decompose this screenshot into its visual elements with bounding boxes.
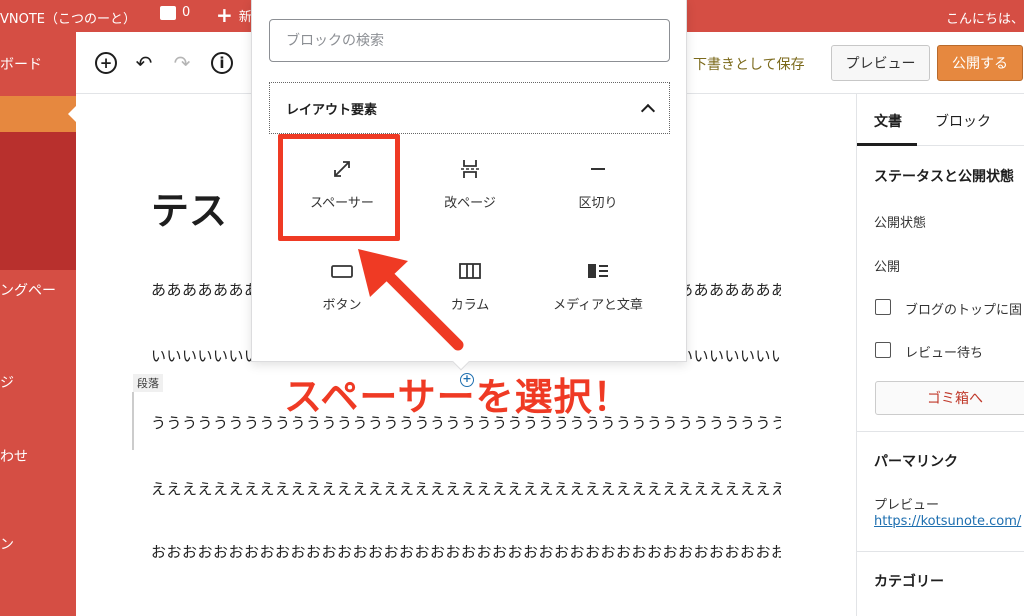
menu-item-contact[interactable]: わせ	[0, 446, 28, 466]
info-icon: i	[211, 52, 233, 74]
permalink-url-link[interactable]: https://kotsunote.com/	[874, 514, 1021, 529]
paragraph-block[interactable]: おおおおおおおおおおおおおおおおおおおおおおおおおおおおおおおおおおおおおおおお…	[151, 541, 781, 562]
annotation-arrow-icon	[358, 249, 464, 351]
save-draft-button[interactable]: 下書きとして保存	[693, 54, 805, 74]
separator-icon	[587, 156, 609, 182]
move-to-trash-button[interactable]: ゴミ箱へ	[875, 381, 1024, 415]
add-icon: +	[95, 52, 117, 74]
comment-count: 0	[182, 5, 191, 20]
menu-item-design[interactable]: ン	[0, 534, 14, 554]
block-separator[interactable]: 区切り	[540, 136, 656, 232]
add-block-button[interactable]: +	[92, 49, 120, 77]
menu-item-landing-page[interactable]: ングペー	[0, 280, 56, 300]
site-name-link[interactable]: VNOTE（こつのーと）	[0, 8, 136, 27]
category-heading[interactable]: カテゴリー	[874, 571, 944, 591]
info-button[interactable]: i	[208, 49, 236, 77]
menu-item-posts-active[interactable]	[0, 96, 76, 132]
divider	[857, 431, 1024, 432]
redo-icon: ↷	[173, 51, 191, 75]
pending-review-label: レビュー待ち	[905, 346, 984, 361]
tab-document[interactable]: 文書	[874, 111, 902, 131]
settings-sidebar: 文書 ブロック ステータスと公開状態 公開状態 公開 ブログのトップに固 レビュ…	[856, 94, 1024, 616]
publish-label: 公開	[874, 260, 901, 275]
permalink-preview-label: プレビュー	[874, 498, 940, 513]
media-text-icon	[586, 258, 610, 284]
permalink-heading[interactable]: パーマリンク	[874, 451, 958, 471]
block-outline	[132, 392, 134, 450]
comment-icon	[160, 5, 176, 20]
block-media-text[interactable]: メディアと文章	[540, 238, 656, 334]
new-content-link[interactable]: + 新	[216, 5, 252, 25]
chevron-up-icon	[640, 103, 656, 118]
post-title[interactable]: テス	[151, 180, 227, 235]
preview-button[interactable]: プレビュー	[831, 45, 930, 81]
sticky-checkbox[interactable]	[875, 299, 891, 315]
block-label: 区切り	[578, 196, 618, 211]
sticky-label: ブログのトップに固	[905, 303, 1023, 318]
divider	[857, 551, 1024, 552]
block-page-break[interactable]: 改ページ	[412, 136, 528, 232]
block-label: 改ページ	[444, 196, 496, 211]
visibility-label: 公開状態	[874, 216, 927, 231]
pending-review-checkbox[interactable]	[875, 342, 891, 358]
settings-tabs: 文書 ブロック	[857, 94, 1024, 146]
posts-submenu	[0, 132, 76, 270]
menu-item-dashboard[interactable]: ボード	[0, 54, 42, 74]
menu-item-page[interactable]: ジ	[0, 372, 14, 392]
paragraph-block[interactable]: ええええええええええええええええええええええええええええええええええええええええ…	[151, 478, 781, 499]
active-tab-indicator	[857, 143, 917, 146]
block-label: メディアと文章	[553, 298, 643, 313]
panel-title: レイアウト要素	[286, 102, 378, 118]
publish-button[interactable]: 公開する	[937, 45, 1023, 81]
spacer-highlight-box	[278, 134, 400, 241]
undo-icon: ↶	[135, 51, 153, 75]
new-content-label: 新	[238, 9, 252, 25]
redo-button[interactable]: ↷	[168, 49, 196, 77]
annotation-text: スペーサーを選択！	[284, 375, 632, 419]
layout-elements-panel-toggle[interactable]: レイアウト要素	[269, 82, 670, 134]
status-visibility-heading[interactable]: ステータスと公開状態	[874, 166, 1014, 186]
page-break-icon	[459, 156, 481, 182]
howdy-user-link[interactable]: こんにちは、	[946, 8, 1024, 27]
tab-block[interactable]: ブロック	[935, 111, 991, 131]
undo-button[interactable]: ↶	[130, 49, 158, 77]
plus-icon: +	[216, 3, 233, 27]
admin-menu: ボード ングペー ジ わせ ン	[0, 32, 76, 616]
block-type-label: 段落	[133, 374, 163, 392]
comments-link[interactable]: 0	[160, 5, 190, 20]
block-search-input[interactable]	[269, 19, 670, 62]
